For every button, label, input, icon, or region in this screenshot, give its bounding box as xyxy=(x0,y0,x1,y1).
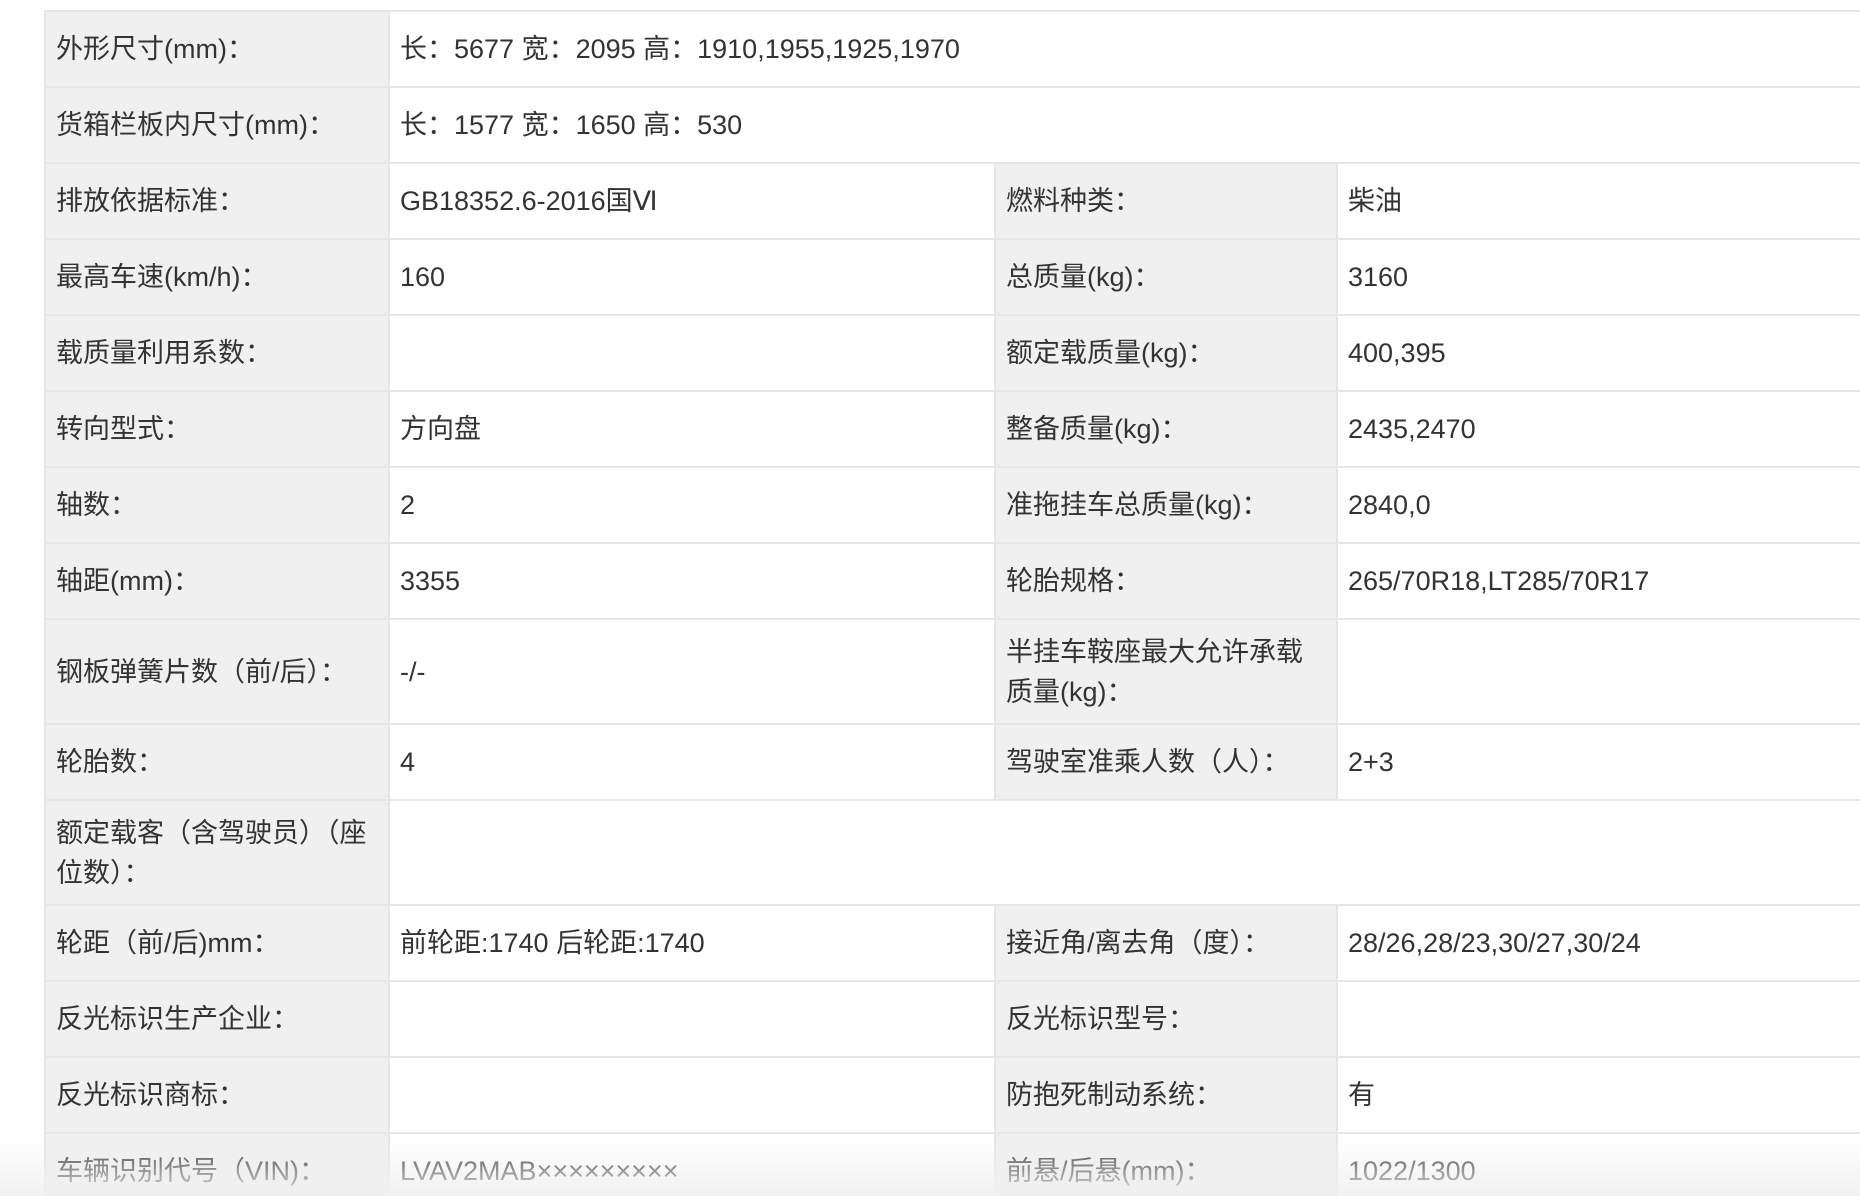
spec-value: 160 xyxy=(388,238,996,316)
spec-label: 车辆识别代号（VIN)： xyxy=(44,1132,390,1196)
spec-label: 转向型式： xyxy=(44,390,390,468)
spec-value: 265/70R18,LT285/70R17 xyxy=(1336,542,1860,620)
table-row: 钢板弹簧片数（前/后）： -/- 半挂车鞍座最大允许承载质量(kg)： xyxy=(44,618,1860,725)
spec-label: 燃料种类： xyxy=(994,162,1338,240)
spec-label: 准拖挂车总质量(kg)： xyxy=(994,466,1338,544)
spec-label: 反光标识型号： xyxy=(994,980,1338,1058)
spec-value: 28/26,28/23,30/27,30/24 xyxy=(1336,904,1860,982)
table-row: 车辆识别代号（VIN)： LVAV2MAB××××××××× 前悬/后悬(mm)… xyxy=(44,1132,1860,1196)
spec-value: 3160 xyxy=(1336,238,1860,316)
table-row: 反光标识生产企业： 反光标识型号： xyxy=(44,980,1860,1058)
spec-label: 额定载质量(kg)： xyxy=(994,314,1338,392)
table-row: 货箱栏板内尺寸(mm)： 长：1577 宽：1650 高：530 xyxy=(44,86,1860,164)
spec-label: 最高车速(km/h)： xyxy=(44,238,390,316)
table-row: 载质量利用系数： 额定载质量(kg)： 400,395 xyxy=(44,314,1860,392)
spec-value: 2840,0 xyxy=(1336,466,1860,544)
spec-value xyxy=(388,799,1860,906)
spec-label: 轮胎数： xyxy=(44,723,390,801)
spec-label: 整备质量(kg)： xyxy=(994,390,1338,468)
spec-label: 驾驶室准乘人数（人）： xyxy=(994,723,1338,801)
spec-value: GB18352.6-2016国Ⅵ xyxy=(388,162,996,240)
spec-value: 400,395 xyxy=(1336,314,1860,392)
spec-value: 前轮距:1740 后轮距:1740 xyxy=(388,904,996,982)
spec-value: -/- xyxy=(388,618,996,725)
spec-value xyxy=(1336,618,1860,725)
spec-value: 4 xyxy=(388,723,996,801)
spec-label: 轮胎规格： xyxy=(994,542,1338,620)
spec-label: 外形尺寸(mm)： xyxy=(44,10,390,88)
spec-value: 有 xyxy=(1336,1056,1860,1134)
spec-value: 长：1577 宽：1650 高：530 xyxy=(388,86,1860,164)
spec-value: LVAV2MAB××××××××× xyxy=(388,1132,996,1196)
spec-label: 轴距(mm)： xyxy=(44,542,390,620)
vehicle-spec-table: 外形尺寸(mm)： 长：5677 宽：2095 高：1910,1955,1925… xyxy=(44,10,1860,1196)
spec-value: 2435,2470 xyxy=(1336,390,1860,468)
table-row: 最高车速(km/h)： 160 总质量(kg)： 3160 xyxy=(44,238,1860,316)
spec-label: 防抱死制动系统： xyxy=(994,1056,1338,1134)
spec-value: 方向盘 xyxy=(388,390,996,468)
spec-value xyxy=(388,1056,996,1134)
spec-label: 货箱栏板内尺寸(mm)： xyxy=(44,86,390,164)
spec-value xyxy=(388,314,996,392)
table-row: 转向型式： 方向盘 整备质量(kg)： 2435,2470 xyxy=(44,390,1860,468)
spec-label: 钢板弹簧片数（前/后）： xyxy=(44,618,390,725)
spec-label: 总质量(kg)： xyxy=(994,238,1338,316)
spec-label: 轴数： xyxy=(44,466,390,544)
spec-value: 3355 xyxy=(388,542,996,620)
table-row: 外形尺寸(mm)： 长：5677 宽：2095 高：1910,1955,1925… xyxy=(44,10,1860,88)
spec-value: 柴油 xyxy=(1336,162,1860,240)
spec-label: 半挂车鞍座最大允许承载质量(kg)： xyxy=(994,618,1338,725)
spec-label: 轮距（前/后)mm： xyxy=(44,904,390,982)
spec-label: 载质量利用系数： xyxy=(44,314,390,392)
spec-page: 外形尺寸(mm)： 长：5677 宽：2095 高：1910,1955,1925… xyxy=(0,0,1860,1196)
table-row: 排放依据标准： GB18352.6-2016国Ⅵ 燃料种类： 柴油 xyxy=(44,162,1860,240)
spec-value: 2 xyxy=(388,466,996,544)
spec-label: 前悬/后悬(mm)： xyxy=(994,1132,1338,1196)
spec-label: 排放依据标准： xyxy=(44,162,390,240)
spec-value xyxy=(1336,980,1860,1058)
spec-value: 长：5677 宽：2095 高：1910,1955,1925,1970 xyxy=(388,10,1860,88)
spec-value xyxy=(388,980,996,1058)
spec-label: 额定载客（含驾驶员）（座位数）： xyxy=(44,799,390,906)
spec-label: 接近角/离去角（度）： xyxy=(994,904,1338,982)
table-row: 反光标识商标： 防抱死制动系统： 有 xyxy=(44,1056,1860,1134)
spec-value: 1022/1300 xyxy=(1336,1132,1860,1196)
spec-value: 2+3 xyxy=(1336,723,1860,801)
spec-label: 反光标识商标： xyxy=(44,1056,390,1134)
table-row: 额定载客（含驾驶员）（座位数）： xyxy=(44,799,1860,906)
table-row: 轴数： 2 准拖挂车总质量(kg)： 2840,0 xyxy=(44,466,1860,544)
spec-label: 反光标识生产企业： xyxy=(44,980,390,1058)
table-row: 轴距(mm)： 3355 轮胎规格： 265/70R18,LT285/70R17 xyxy=(44,542,1860,620)
table-row: 轮胎数： 4 驾驶室准乘人数（人）： 2+3 xyxy=(44,723,1860,801)
table-row: 轮距（前/后)mm： 前轮距:1740 后轮距:1740 接近角/离去角（度）：… xyxy=(44,904,1860,982)
